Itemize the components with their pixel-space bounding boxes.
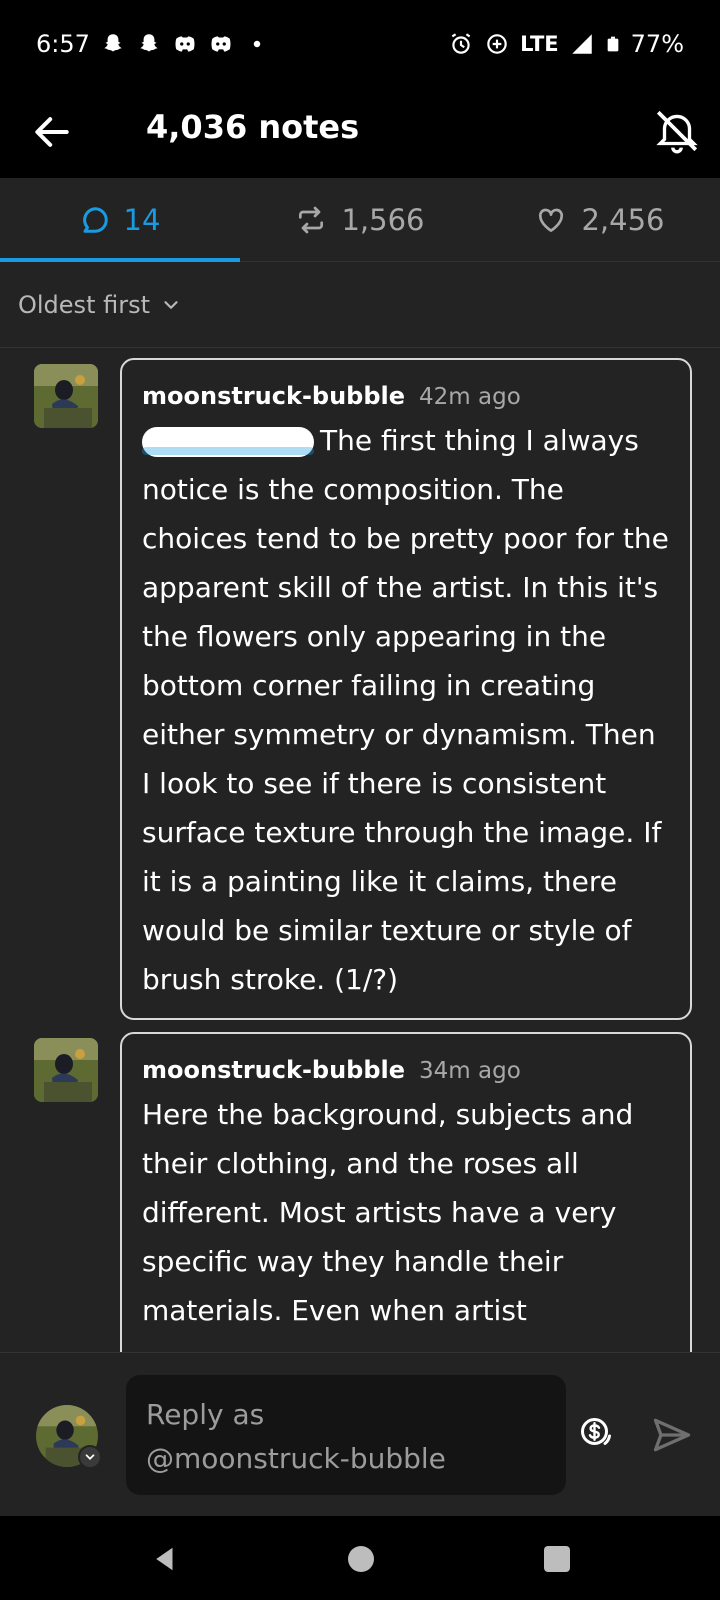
dot-icon [253, 40, 261, 48]
nav-recents-icon[interactable] [544, 1546, 570, 1572]
notes-header: 4,036 notes [0, 88, 720, 178]
comment-text: Here the background, subjects and their … [142, 1098, 634, 1327]
reply-placeholder-line1: Reply as [146, 1398, 265, 1431]
alarm-icon [451, 33, 471, 54]
chevron-down-icon [164, 300, 178, 309]
nav-home-icon[interactable] [348, 1546, 374, 1572]
comment-time: 34m ago [419, 1058, 521, 1084]
back-arrow-icon[interactable] [30, 110, 74, 154]
comments-feed[interactable]: moonstruck-bubble 42m ago The first thin… [0, 348, 720, 1352]
comment-text: The first thing I always notice is the c… [142, 424, 669, 996]
redacted-mention [142, 427, 314, 457]
reply-placeholder-line2: @moonstruck-bubble [146, 1442, 446, 1475]
status-bar: 6:57 LTE 77% [0, 0, 720, 88]
tab-comments[interactable]: 14 [0, 178, 240, 262]
comment-bubble: moonstruck-bubble 34m ago Here the backg… [120, 1032, 692, 1352]
network-type: LTE [520, 32, 559, 56]
snapchat-icon [140, 34, 158, 52]
page-title: 4,036 notes [146, 108, 360, 146]
battery-icon [607, 36, 618, 52]
discord-icon [175, 36, 195, 52]
notifications-off-icon[interactable] [652, 106, 702, 156]
comment-icon [82, 206, 108, 233]
data-saver-icon [487, 34, 507, 54]
reply-bar: Reply as @moonstruck-bubble [0, 1352, 720, 1516]
reply-input[interactable]: Reply as @moonstruck-bubble [126, 1375, 566, 1495]
comment-time: 42m ago [419, 384, 521, 410]
avatar[interactable] [34, 1038, 98, 1102]
tip-icon[interactable] [578, 1415, 614, 1451]
tab-likes[interactable]: 2,456 [480, 178, 720, 261]
avatar[interactable] [34, 364, 98, 428]
sort-label: Oldest first [18, 290, 150, 319]
send-icon[interactable] [650, 1413, 694, 1457]
avatar-image [34, 364, 98, 428]
discord-icon [211, 36, 231, 52]
notes-tabs: 14 1,566 2,456 [0, 178, 720, 262]
tab-reblogs-count: 1,566 [341, 202, 425, 237]
tab-likes-count: 2,456 [581, 202, 665, 237]
sort-dropdown[interactable]: Oldest first [0, 262, 720, 348]
snapchat-icon [104, 34, 122, 52]
system-navigation-bar [0, 1516, 720, 1600]
status-time: 6:57 [36, 30, 90, 58]
heart-icon [539, 208, 564, 232]
comment-author[interactable]: moonstruck-bubble [142, 1056, 405, 1084]
comment-bubble: moonstruck-bubble 42m ago The first thin… [120, 358, 692, 1020]
account-switch-chevron-icon[interactable] [78, 1445, 102, 1469]
tab-comments-count: 14 [123, 202, 161, 237]
battery-level: 77% [630, 30, 684, 58]
avatar-image [34, 1038, 98, 1102]
nav-back-icon[interactable] [150, 1544, 180, 1574]
signal-icon [571, 34, 592, 54]
reblog-icon [299, 206, 324, 233]
tab-reblogs[interactable]: 1,566 [240, 178, 480, 261]
comment-author[interactable]: moonstruck-bubble [142, 382, 405, 410]
